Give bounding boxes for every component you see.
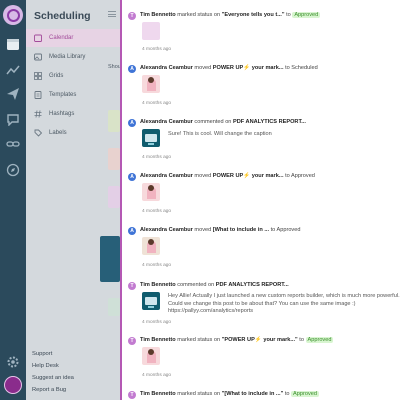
lightning-icon: ⚡ <box>243 173 251 179</box>
user-name[interactable]: Tim Bennetto <box>140 12 176 18</box>
avatar: A <box>128 173 136 181</box>
grid-icon <box>34 72 42 80</box>
post-title[interactable]: "[What to include in ..." <box>222 391 284 397</box>
hashtag-icon <box>34 110 42 118</box>
user-name[interactable]: Tim Bennetto <box>140 337 176 343</box>
label-icon <box>34 129 42 137</box>
avatar: T <box>128 282 136 290</box>
post-thumbnail[interactable] <box>142 347 160 365</box>
user-name[interactable]: Alexandra Ceambur <box>140 65 193 71</box>
sidebar-item-calendar[interactable]: Calendar <box>26 29 120 47</box>
chat-icon[interactable] <box>5 111 21 127</box>
activity-text: Tim Bennetto commented on PDF ANALYTICS … <box>140 282 289 288</box>
settings-icon[interactable] <box>5 354 21 370</box>
user-name[interactable]: Alexandra Ceambur <box>140 173 193 179</box>
activity-panel: T Tim Bennetto marked status on "Everyon… <box>120 0 400 400</box>
post-thumbnail[interactable] <box>142 237 160 255</box>
post-card <box>108 186 120 208</box>
activity-text: Tim Bennetto marked status on "[What to … <box>140 391 319 397</box>
avatar: A <box>128 227 136 235</box>
activity-text: Tim Bennetto marked status on "POWER UP⚡… <box>140 337 334 343</box>
send-icon[interactable] <box>5 86 21 102</box>
post-thumbnail[interactable] <box>142 292 160 310</box>
timestamp: 4 months ago <box>142 209 172 214</box>
sidebar-item-label: Grids <box>49 73 64 79</box>
post-title[interactable]: [What to include in ... <box>213 227 269 233</box>
calendar-icon <box>34 34 42 42</box>
lightning-icon: ⚡ <box>243 65 251 71</box>
calendar-icon[interactable] <box>5 36 21 52</box>
user-name[interactable]: Tim Bennetto <box>140 282 176 288</box>
status-badge: Approved <box>305 337 334 343</box>
sidebar-item-grids[interactable]: Grids <box>26 67 120 85</box>
timestamp: 4 months ago <box>142 47 172 52</box>
sidebar-title: Scheduling <box>34 10 91 22</box>
sidebar-item-media-library[interactable]: Media Library <box>26 48 120 66</box>
activity-text: Alexandra Ceambur moved POWER UP⚡ your m… <box>140 65 318 71</box>
menu-icon[interactable] <box>108 11 116 17</box>
sidebar-item-label: Hashtags <box>49 111 75 117</box>
activity-text: Alexandra Ceambur moved [What to include… <box>140 227 301 233</box>
post-title[interactable]: POWER UP <box>213 173 243 179</box>
post-card <box>108 298 120 316</box>
user-avatar[interactable] <box>4 376 22 394</box>
support-link[interactable]: Support <box>32 351 52 357</box>
timestamp: 4 months ago <box>142 101 172 106</box>
sidebar-item-templates[interactable]: Templates <box>26 86 120 104</box>
sidebar: Scheduling Calendar Media Library Grids … <box>26 0 120 400</box>
post-title[interactable]: PDF ANALYTICS REPORT... <box>216 282 289 288</box>
user-name[interactable]: Alexandra Ceambur <box>140 227 193 233</box>
avatar: T <box>128 337 136 345</box>
status-badge: Approved <box>292 12 321 18</box>
activity-text: Tim Bennetto marked status on "Everyone … <box>140 12 321 18</box>
comment-text: Sure! This is cool. Will change the capt… <box>168 131 272 137</box>
user-name[interactable]: Tim Bennetto <box>140 391 176 397</box>
template-icon <box>34 91 42 99</box>
link-icon[interactable] <box>5 136 21 152</box>
post-thumbnail[interactable] <box>142 75 160 93</box>
timestamp: 4 months ago <box>142 320 172 325</box>
explore-icon[interactable] <box>5 162 21 178</box>
icon-rail <box>0 0 26 400</box>
sidebar-item-hashtags[interactable]: Hashtags <box>26 105 120 123</box>
sidebar-item-labels[interactable]: Labels <box>26 124 120 142</box>
avatar: T <box>128 391 136 399</box>
sidebar-item-label: Templates <box>49 92 77 98</box>
analytics-icon[interactable] <box>5 62 21 78</box>
post-thumbnail[interactable] <box>142 183 160 201</box>
post-title[interactable]: POWER UP <box>213 65 243 71</box>
comment-text: Hey Allie! Actually I just launched a ne… <box>168 293 400 315</box>
status-badge: Approved <box>291 391 319 397</box>
sidebar-item-label: Media Library <box>49 54 86 60</box>
post-title[interactable]: PDF ANALYTICS REPORT... <box>233 119 306 125</box>
activity-text: Alexandra Ceambur commented on PDF ANALY… <box>140 119 306 125</box>
timestamp: 4 months ago <box>142 155 172 160</box>
post-thumbnail[interactable] <box>142 129 160 147</box>
timestamp: 4 months ago <box>142 263 172 268</box>
report-bug-link[interactable]: Report a Bug <box>32 387 66 393</box>
suggest-idea-link[interactable]: Suggest an idea <box>32 375 74 381</box>
user-name[interactable]: Alexandra Ceambur <box>140 119 193 125</box>
post-card <box>100 236 120 282</box>
post-card <box>108 148 120 170</box>
avatar: T <box>128 12 136 20</box>
post-title[interactable]: "Everyone tells you t..." <box>222 12 285 18</box>
timestamp: 4 months ago <box>142 373 172 378</box>
sidebar-item-label: Calendar <box>49 35 74 41</box>
calendar-peek-label: Shou <box>108 64 121 70</box>
sidebar-item-label: Labels <box>49 130 67 136</box>
activity-text: Alexandra Ceambur moved POWER UP⚡ your m… <box>140 173 315 179</box>
avatar: A <box>128 119 136 127</box>
image-icon <box>34 53 42 61</box>
avatar: A <box>128 65 136 73</box>
help-desk-link[interactable]: Help Desk <box>32 363 59 369</box>
lightning-icon: ⚡ <box>254 337 262 343</box>
logo[interactable] <box>3 5 23 25</box>
post-card <box>108 110 120 132</box>
post-title[interactable]: "POWER UP <box>222 337 255 343</box>
post-thumbnail[interactable] <box>142 22 160 40</box>
